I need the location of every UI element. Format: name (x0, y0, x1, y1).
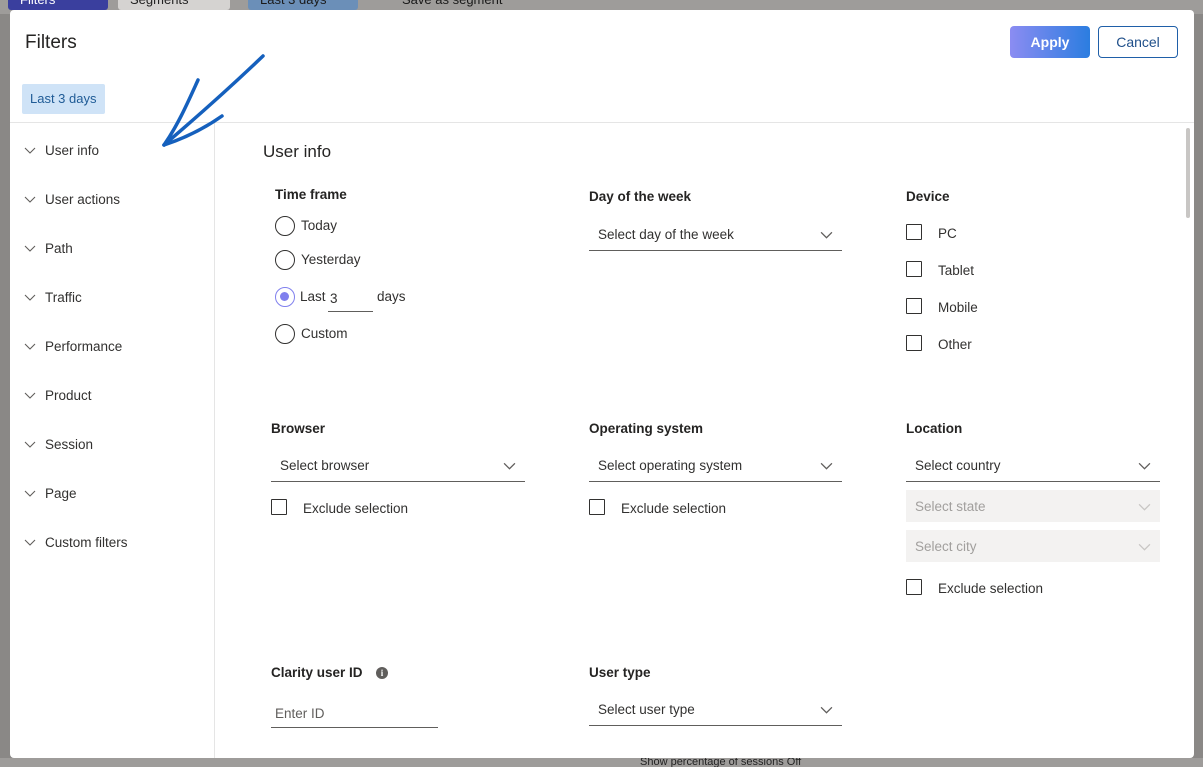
sidebar-item-label: Traffic (45, 289, 82, 305)
sidebar-item-session[interactable]: Session (24, 432, 93, 456)
background-filters-button: Filters (8, 0, 108, 10)
location-exclude-checkbox[interactable] (906, 579, 922, 595)
browser-placeholder: Select browser (280, 458, 370, 473)
sidebar-item-user-info[interactable]: User info (24, 138, 99, 162)
location-exclude-label: Exclude selection (938, 581, 1044, 596)
browser-exclude-checkbox[interactable] (271, 499, 287, 515)
sidebar-item-page[interactable]: Page (24, 481, 77, 505)
country-dropdown[interactable]: Select country (906, 450, 1160, 482)
os-exclude-checkbox[interactable] (589, 499, 605, 515)
last-days-input[interactable] (328, 286, 373, 312)
clarity-user-id-input[interactable] (271, 700, 438, 728)
section-title: User info (263, 142, 332, 161)
chevron-down-icon (1138, 462, 1151, 470)
cancel-button[interactable]: Cancel (1098, 26, 1178, 58)
annotation-arrow-icon (162, 54, 265, 147)
day-of-week-dropdown[interactable]: Select day of the week (589, 219, 842, 251)
clarity-user-id-label: Clarity user ID (271, 665, 363, 680)
sidebar-item-performance[interactable]: Performance (24, 334, 122, 358)
scrollbar-thumb[interactable] (1186, 128, 1190, 218)
chevron-down-icon (24, 294, 36, 301)
sidebar-item-user-actions[interactable]: User actions (24, 187, 120, 211)
chevron-down-icon (1138, 543, 1151, 551)
radio-last[interactable] (275, 287, 295, 307)
device-label: Device (906, 189, 950, 204)
radio-yesterday[interactable] (275, 250, 295, 270)
day-of-week-label: Day of the week (589, 189, 692, 204)
sidebar-item-path[interactable]: Path (24, 236, 73, 260)
device-mobile-checkbox[interactable] (906, 298, 922, 314)
chevron-down-icon (24, 392, 36, 399)
sidebar-item-label: Product (45, 387, 92, 403)
chevron-down-icon (24, 245, 36, 252)
active-filter-chip[interactable]: Last 3 days (22, 84, 105, 114)
user-type-dropdown[interactable]: Select user type (589, 694, 842, 726)
background-bottom (0, 758, 1203, 767)
chevron-down-icon (24, 441, 36, 448)
device-tablet-label: Tablet (938, 263, 975, 278)
sidebar-item-label: Path (45, 240, 73, 256)
os-placeholder: Select operating system (598, 458, 743, 473)
country-placeholder: Select country (915, 458, 1001, 473)
time-frame-label: Time frame (275, 187, 347, 202)
browser-label: Browser (271, 421, 326, 436)
radio-today-label: Today (301, 218, 338, 233)
apply-button[interactable]: Apply (1010, 26, 1090, 58)
city-placeholder: Select city (915, 538, 977, 554)
sidebar-item-product[interactable]: Product (24, 383, 92, 407)
user-type-placeholder: Select user type (598, 702, 695, 717)
city-dropdown: Select city (906, 530, 1160, 562)
sidebar-item-custom-filters[interactable]: Custom filters (24, 530, 128, 554)
device-tablet-checkbox[interactable] (906, 261, 922, 277)
sidebar-item-traffic[interactable]: Traffic (24, 285, 82, 309)
chevron-down-icon (24, 490, 36, 497)
chevron-down-icon (503, 462, 516, 470)
os-dropdown[interactable]: Select operating system (589, 450, 842, 482)
sidebar-item-label: User actions (45, 191, 121, 207)
chevron-down-icon (820, 231, 833, 239)
device-other-label: Other (938, 337, 972, 352)
background-save-segment: Save as segment (390, 0, 540, 10)
radio-custom[interactable] (275, 324, 295, 344)
device-pc-label: PC (938, 226, 957, 241)
browser-exclude-label: Exclude selection (303, 501, 409, 516)
device-pc-checkbox[interactable] (906, 224, 922, 240)
sidebar-item-label: User info (45, 142, 100, 158)
chevron-down-icon (820, 462, 833, 470)
user-type-label: User type (589, 665, 651, 680)
info-icon[interactable]: i (376, 667, 388, 679)
browser-dropdown[interactable]: Select browser (271, 450, 525, 482)
radio-custom-label: Custom (301, 326, 348, 341)
day-of-week-placeholder: Select day of the week (598, 227, 734, 242)
chevron-down-icon (24, 196, 36, 203)
background-date-button: Last 3 days (248, 0, 358, 10)
radio-yesterday-label: Yesterday (301, 252, 361, 267)
sidebar-item-label: Custom filters (45, 534, 128, 550)
os-label: Operating system (589, 421, 704, 436)
chevron-down-icon (820, 706, 833, 714)
chevron-down-icon (24, 539, 36, 546)
header-divider (10, 122, 1194, 123)
chevron-down-icon (1138, 503, 1151, 511)
days-unit-label: days (377, 289, 406, 304)
sidebar-item-label: Performance (45, 338, 123, 354)
sidebar-item-label: Session (45, 436, 94, 452)
sidebar-divider (214, 123, 215, 758)
background-segments-button: Segments (118, 0, 230, 10)
radio-today[interactable] (275, 216, 295, 236)
location-label: Location (906, 421, 963, 436)
state-dropdown: Select state (906, 490, 1160, 522)
os-exclude-label: Exclude selection (621, 501, 727, 516)
chevron-down-icon (24, 343, 36, 350)
modal-title: Filters (25, 32, 77, 53)
device-mobile-label: Mobile (938, 300, 978, 315)
sidebar-item-label: Page (45, 485, 77, 501)
device-other-checkbox[interactable] (906, 335, 922, 351)
filters-modal: Filters Apply Cancel Last 3 days User in… (10, 10, 1194, 758)
radio-last-label: Last (300, 289, 326, 304)
state-placeholder: Select state (915, 498, 986, 514)
chevron-down-icon (24, 147, 36, 154)
